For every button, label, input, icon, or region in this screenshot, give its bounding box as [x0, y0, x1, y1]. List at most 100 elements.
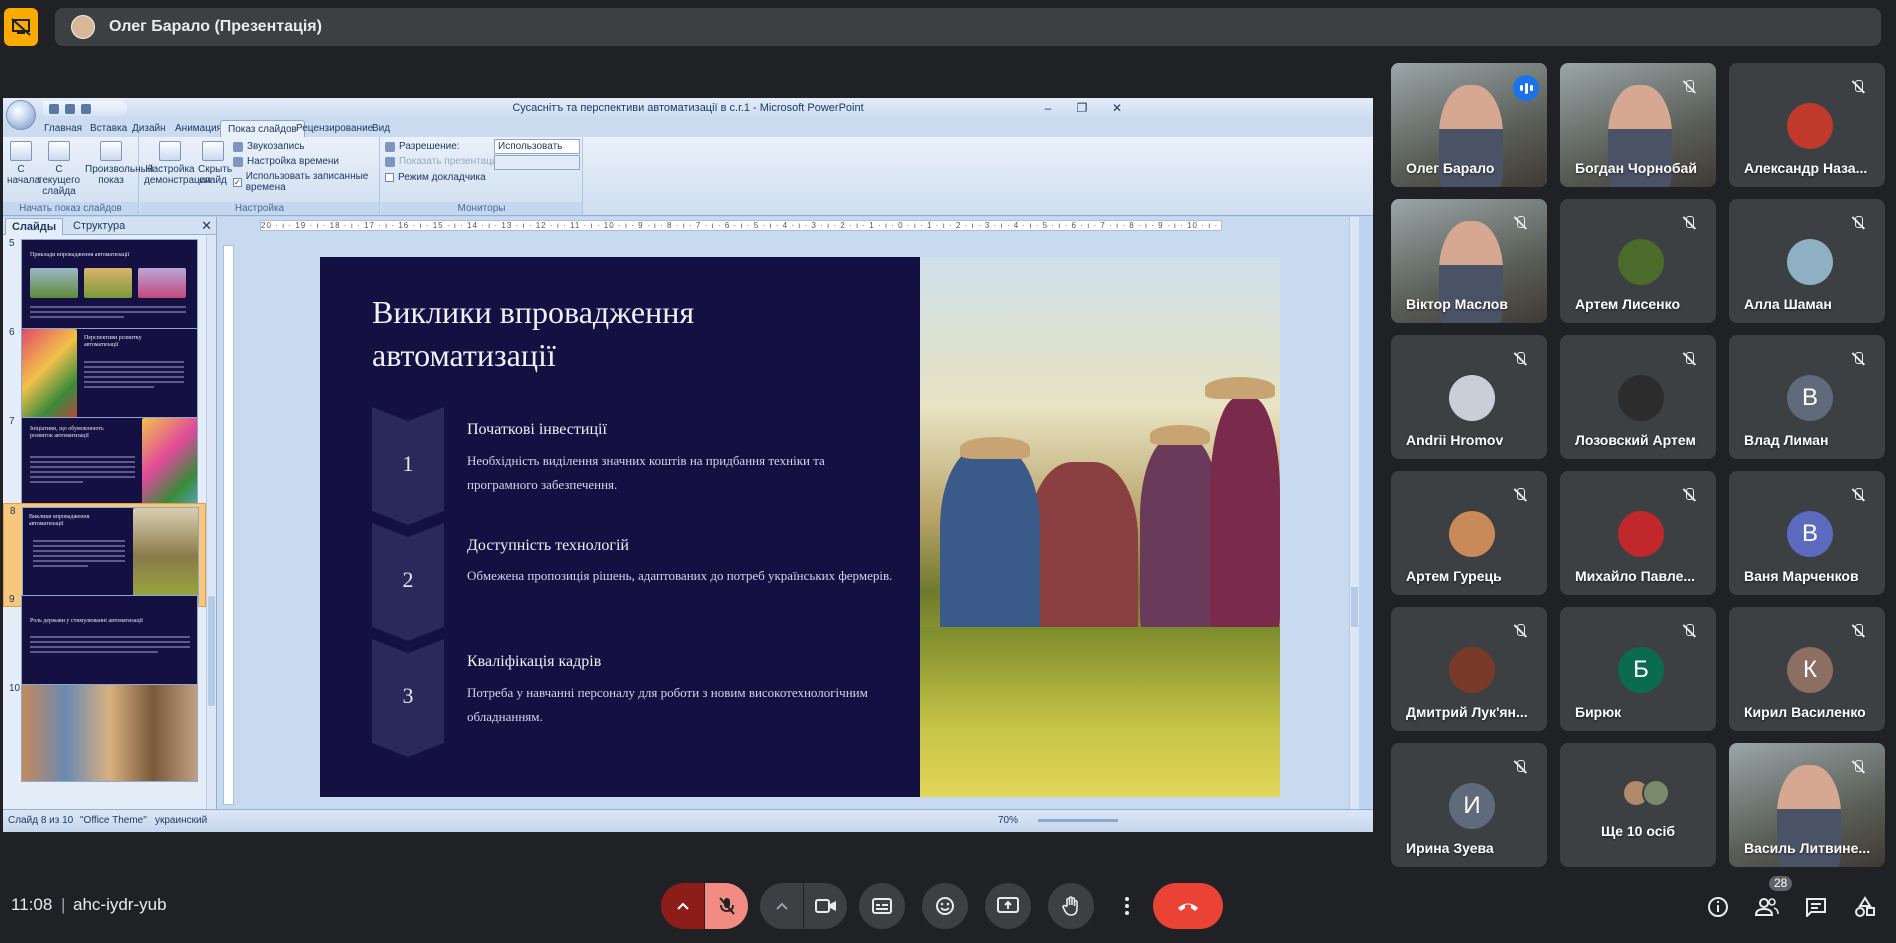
custom-show-button[interactable]: Произвольный показ	[85, 141, 153, 186]
tab-home[interactable]: Главная	[37, 120, 89, 137]
participant-tile[interactable]: В Влад Лиман	[1729, 335, 1885, 459]
close-button[interactable]: ✕	[1103, 100, 1131, 116]
vertical-ruler	[223, 245, 234, 805]
monitor-icon	[385, 156, 395, 167]
ribbon-group-monitors: Разрешение: Использовать теку... Показат…	[381, 137, 583, 216]
people-icon	[1755, 898, 1779, 916]
people-button[interactable]	[1754, 895, 1780, 919]
mic-off-icon	[1851, 488, 1865, 502]
thumbnail-list[interactable]: 5 Приклади впровадження автоматизації 6 …	[3, 236, 217, 809]
mic-off-icon	[1851, 352, 1865, 366]
participant-tile[interactable]: И Ирина Зуева	[1391, 743, 1547, 867]
participant-tile[interactable]: Михайло Павле...	[1560, 471, 1716, 595]
participant-tile[interactable]: Дмитрий Лук'ян...	[1391, 607, 1547, 731]
close-icon[interactable]: ✕	[201, 218, 212, 234]
pane-scrollbar[interactable]	[206, 236, 216, 809]
reactions-button[interactable]	[922, 883, 968, 929]
participant-name: Ваня Марченков	[1744, 568, 1859, 584]
participant-tile[interactable]: Артем Лисенко	[1560, 199, 1716, 323]
clock-icon	[233, 156, 243, 167]
slide-number: 6	[9, 327, 15, 338]
minimize-button[interactable]: –	[1034, 100, 1062, 116]
participant-tile[interactable]: К Кирил Василенко	[1729, 607, 1885, 731]
participant-tile[interactable]: Александр Наза...	[1729, 63, 1885, 187]
slides-pane: Слайды Структура ✕ 5 Приклади впроваджен…	[3, 217, 217, 809]
step-text: Обмежена пропозиція рішень, адаптованих …	[467, 568, 893, 583]
meeting-details-button[interactable]	[1705, 895, 1731, 919]
presenter-view-checkbox[interactable]: Режим докладчика	[385, 172, 486, 183]
participant-tile[interactable]: Ще 10 осіб	[1560, 743, 1716, 867]
participant-name: Кирил Василенко	[1744, 704, 1866, 720]
slide-number: 9	[9, 594, 15, 605]
scrollbar-thumb[interactable]	[1351, 587, 1358, 627]
avatar	[1449, 511, 1495, 557]
resolution-select[interactable]: Использовать теку...	[494, 139, 580, 165]
participant-tile[interactable]: В Ваня Марченков	[1729, 471, 1885, 595]
setup-show-button[interactable]: Настройка демонстрации	[144, 141, 211, 186]
office-button[interactable]	[6, 100, 36, 130]
use-timings-checkbox[interactable]: ✓ Использовать записанные времена	[233, 171, 379, 193]
microphone-button[interactable]	[705, 883, 748, 929]
from-current-button[interactable]: С текущего слайда	[37, 141, 81, 197]
slide-canvas[interactable]: Виклики впровадження автоматизації 1 Поч…	[320, 257, 1280, 797]
setup-show-icon	[159, 141, 181, 161]
record-narration-button[interactable]: Звукозапись	[233, 141, 304, 152]
tab-design[interactable]: Дизайн	[125, 120, 173, 137]
zoom-slider[interactable]	[1038, 819, 1118, 822]
farmers-photo	[920, 257, 1280, 797]
presenting-badge[interactable]	[4, 8, 38, 46]
participant-tile[interactable]: Богдан Чорнобай	[1560, 63, 1716, 187]
camera-button[interactable]	[804, 883, 847, 929]
participant-tile[interactable]: Б Бирюк	[1560, 607, 1716, 731]
avatar	[1618, 511, 1664, 557]
slide-title: Виклики впровадження автоматизації	[372, 294, 695, 373]
rehearse-timings-button[interactable]: Настройка времени	[233, 156, 339, 167]
participant-name: Бирюк	[1575, 704, 1622, 720]
chat-button[interactable]	[1803, 895, 1829, 919]
present-button[interactable]	[985, 883, 1031, 929]
zoom-level[interactable]: 70%	[998, 815, 1018, 826]
scrollbar-thumb[interactable]	[208, 596, 215, 706]
captions-button[interactable]	[859, 883, 905, 929]
step-heading: Початкові інвестиції	[467, 421, 607, 438]
hide-slide-button[interactable]: Скрыть слайд	[198, 141, 232, 186]
tab-slides[interactable]: Слайды	[5, 218, 64, 235]
participant-tile[interactable]: Алла Шаман	[1729, 199, 1885, 323]
farmer-figure	[1140, 437, 1220, 637]
more-options-button[interactable]	[1111, 883, 1143, 929]
slide-counter: Слайд 8 из 10	[8, 815, 74, 826]
thumbnail-slide-10[interactable]: 10	[3, 681, 206, 785]
ribbon: С начала С текущего слайда Произвольный …	[3, 137, 1373, 216]
step-number: 3	[402, 683, 414, 708]
participant-tile[interactable]: Andrii Hromov	[1391, 335, 1547, 459]
meet-top-bar: Олег Барало (Презентація)	[0, 0, 1896, 54]
presenter-name: Олег Барало (Презентація)	[109, 18, 322, 35]
tab-view[interactable]: Вид	[365, 120, 397, 137]
farmer-figure	[1210, 397, 1280, 637]
leave-call-button[interactable]	[1153, 883, 1223, 929]
slideshow-start-icon	[10, 141, 32, 161]
audio-options-button[interactable]	[661, 883, 704, 929]
mic-off-icon	[1851, 624, 1865, 638]
chevron-up-icon	[676, 902, 689, 910]
participant-tile[interactable]: Василь Литвине...	[1729, 743, 1885, 867]
restore-button[interactable]: ❐	[1068, 100, 1096, 116]
show-on-select[interactable]	[494, 155, 580, 170]
tab-outline[interactable]: Структура	[67, 218, 131, 235]
slide-thumbnail: Роль держави у стимулюванні автоматизаці…	[21, 595, 198, 693]
emoji-icon	[936, 897, 954, 915]
participant-tile[interactable]: Артем Гурець	[1391, 471, 1547, 595]
raise-hand-button[interactable]	[1048, 883, 1094, 929]
participant-name: Лозовский Артем	[1575, 432, 1696, 448]
participant-tile[interactable]: Віктор Маслов	[1391, 199, 1547, 323]
editor-scrollbar[interactable]	[1349, 217, 1359, 809]
activities-button[interactable]	[1852, 895, 1878, 919]
more-vert-icon	[1125, 897, 1129, 915]
participant-tile[interactable]: Лозовский Артем	[1560, 335, 1716, 459]
slide-thumbnail	[21, 684, 198, 782]
thumbnail-title: Роль держави у стимулюванні автоматизаці…	[30, 618, 143, 624]
from-start-button[interactable]: С начала	[7, 141, 40, 186]
video-options-button[interactable]	[760, 883, 803, 929]
participant-tile[interactable]: Олег Барало	[1391, 63, 1547, 187]
slideshow-current-icon	[48, 141, 70, 161]
